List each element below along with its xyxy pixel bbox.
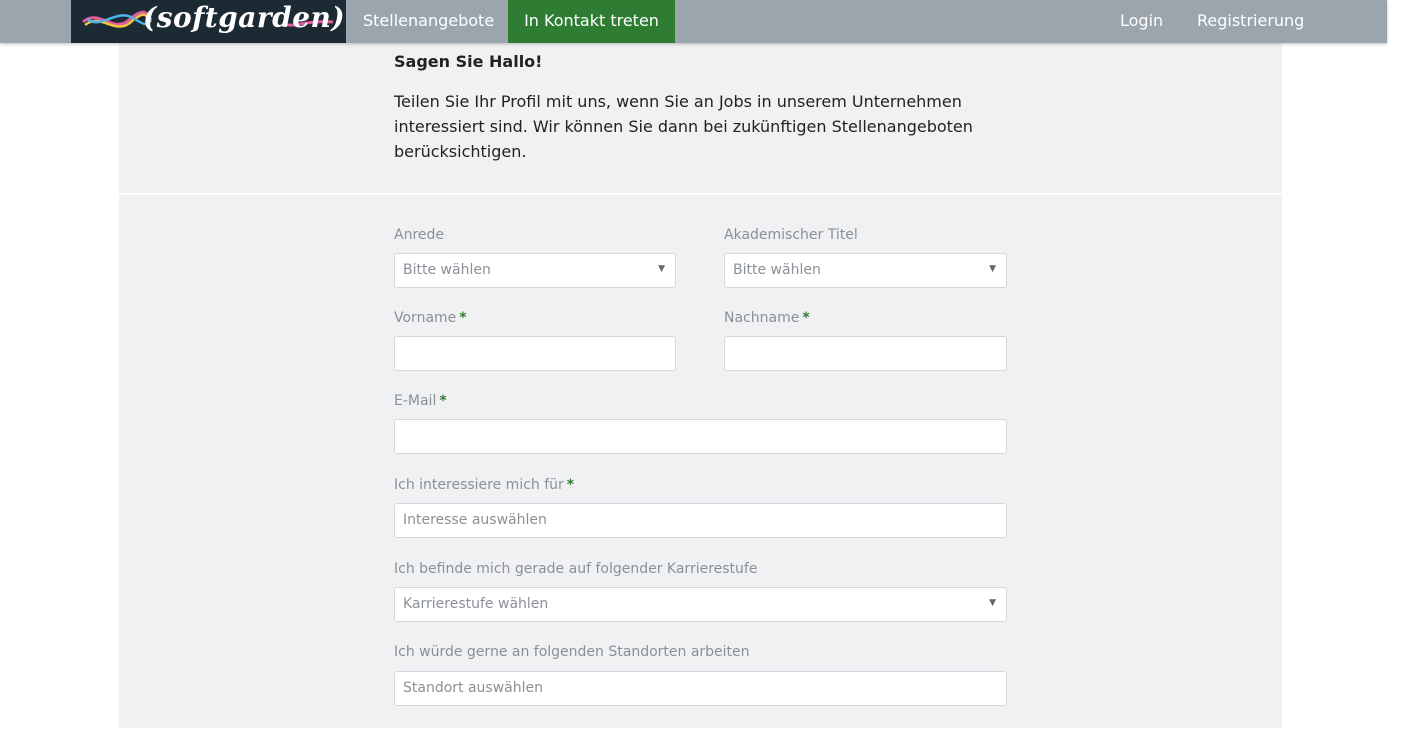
contact-form: Anrede Bitte wählen ▼ Akademischer Titel… (119, 195, 1282, 728)
interest-label: Ich interessiere mich für * (394, 477, 574, 493)
required-mark: * (566, 477, 575, 493)
first-name-input[interactable] (394, 336, 676, 371)
locations-label-text: Ich würde gerne an folgenden Standorten … (394, 644, 750, 660)
email-label-text: E-Mail (394, 393, 437, 409)
softgarden-logo[interactable]: (softgarden) (71, 0, 346, 43)
nav-kontakt[interactable]: In Kontakt treten (508, 0, 675, 43)
career-level-label: Ich befinde mich gerade auf folgender Ka… (394, 561, 757, 577)
salutation-value: Bitte wählen (403, 262, 491, 278)
career-level-label-text: Ich befinde mich gerade auf folgender Ka… (394, 561, 758, 577)
salutation-select[interactable]: Bitte wählen ▼ (394, 253, 676, 288)
interest-multiselect[interactable]: Interesse auswählen (394, 503, 1007, 538)
first-name-label-text: Vorname (394, 310, 457, 326)
nav-registrierung[interactable]: Registrierung (1197, 0, 1304, 43)
nav-stellenangebote[interactable]: Stellenangebote (363, 0, 494, 43)
locations-multiselect[interactable]: Standort auswählen (394, 671, 1007, 706)
academic-title-label-text: Akademischer Titel (724, 227, 858, 243)
academic-title-label: Akademischer Titel (724, 227, 858, 243)
salutation-label-text: Anrede (394, 227, 445, 243)
email-label: E-Mail * (394, 393, 447, 409)
required-mark: * (439, 393, 447, 409)
locations-placeholder: Standort auswählen (403, 680, 543, 696)
interest-label-text: Ich interessiere mich für (394, 477, 564, 493)
intro-text: Teilen Sie Ihr Profil mit uns, wenn Sie … (394, 92, 973, 161)
caret-down-icon: ▼ (658, 264, 665, 274)
academic-title-select[interactable]: Bitte wählen ▼ (724, 253, 1007, 288)
nav-login[interactable]: Login (1120, 0, 1163, 43)
required-mark: * (802, 310, 810, 326)
career-level-value: Karrierestufe wählen (403, 596, 549, 612)
email-input[interactable] (394, 419, 1007, 454)
interest-placeholder: Interesse auswählen (403, 512, 547, 528)
first-name-label: Vorname * (394, 310, 467, 326)
last-name-label: Nachname * (724, 310, 810, 326)
required-mark: * (459, 310, 467, 326)
caret-down-icon: ▼ (989, 598, 996, 608)
career-level-select[interactable]: Karrierestufe wählen ▼ (394, 587, 1007, 622)
intro-panel: Sagen Sie Hallo! Teilen Sie Ihr Profil m… (119, 43, 1282, 193)
last-name-input[interactable] (724, 336, 1007, 371)
caret-down-icon: ▼ (989, 264, 996, 274)
last-name-label-text: Nachname (724, 310, 800, 326)
top-navbar: (softgarden) Stellenangebote In Kontakt … (0, 0, 1387, 43)
intro-title: Sagen Sie Hallo! (394, 52, 543, 71)
academic-title-value: Bitte wählen (733, 262, 821, 278)
logo-text: (softgarden) (143, 1, 346, 34)
salutation-label: Anrede (394, 227, 444, 243)
locations-label: Ich würde gerne an folgenden Standorten … (394, 644, 750, 660)
